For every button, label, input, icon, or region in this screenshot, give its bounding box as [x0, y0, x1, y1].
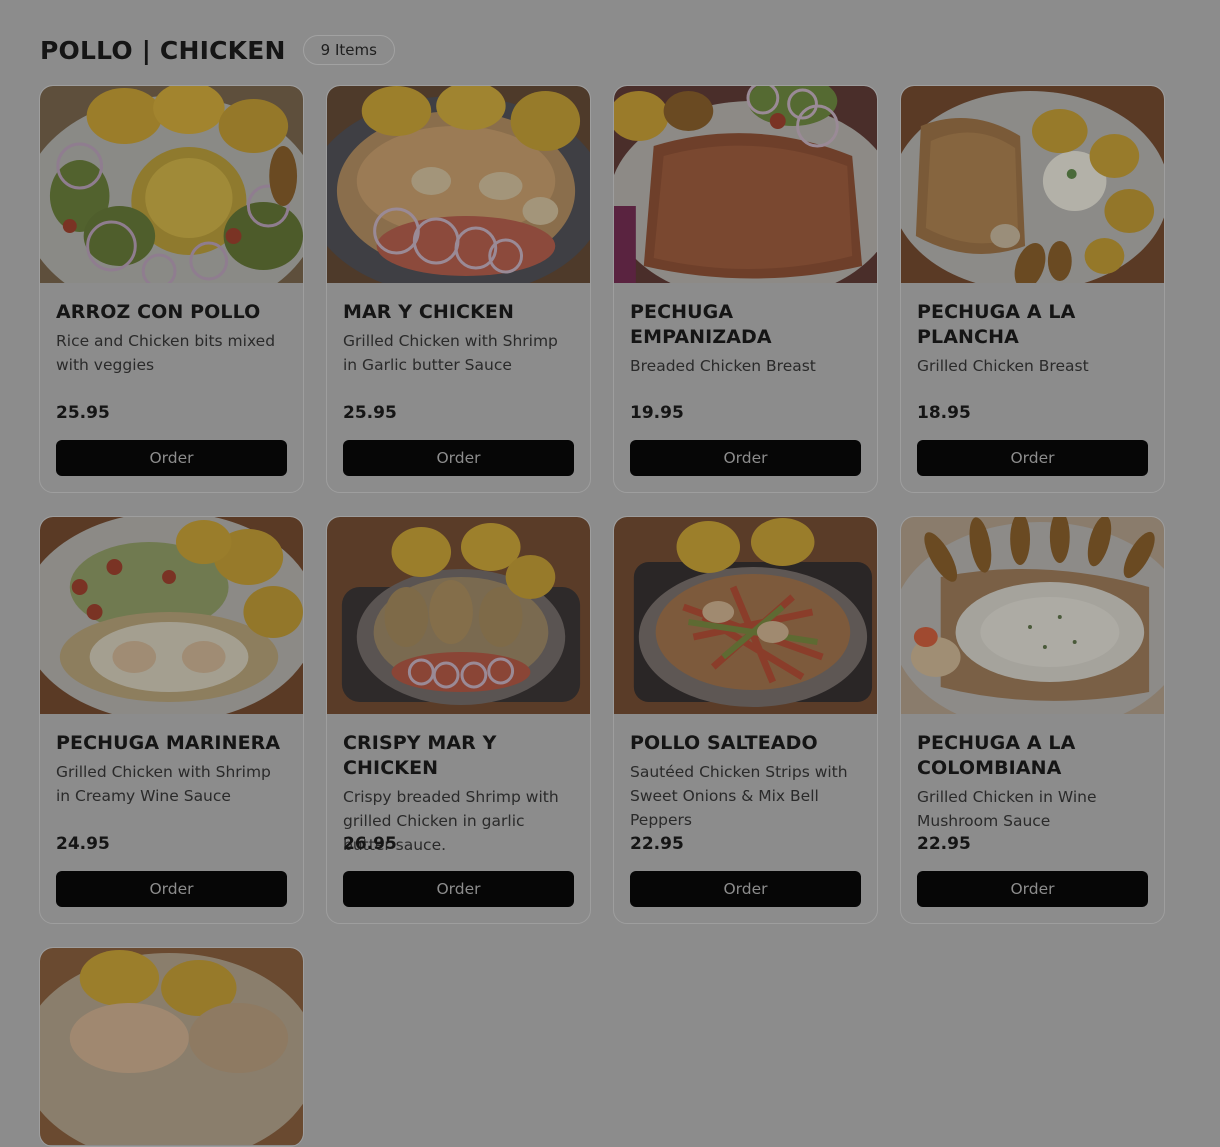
dish-name: POLLO SALTEADO: [630, 732, 818, 754]
order-button[interactable]: Order: [917, 440, 1148, 476]
dish-name: PECHUGA MARINERA: [56, 732, 281, 754]
menu-card[interactable]: MAR Y CHICKEN Grilled Chicken with Shrim…: [326, 85, 591, 493]
item-count-badge: 9 Items: [302, 35, 395, 65]
menu-card[interactable]: PECHUGA EMPANIZADA Breaded Chicken Breas…: [613, 85, 878, 493]
dish-photo: [40, 948, 303, 1145]
order-button[interactable]: Order: [56, 440, 287, 476]
dish-price: 22.95: [917, 834, 971, 854]
dish-description: Grilled Chicken with Shrimp in Creamy Wi…: [56, 763, 271, 805]
dish-description: Grilled Chicken Breast: [917, 357, 1089, 375]
card-info: PECHUGA A LA PLANCHA Grilled Chicken Bre…: [917, 300, 1148, 378]
menu-card[interactable]: ARROZ CON POLLO Rice and Chicken bits mi…: [39, 85, 304, 493]
card-info: PECHUGA EMPANIZADA Breaded Chicken Breas…: [630, 300, 861, 378]
menu-card[interactable]: PECHUGA A LA PLANCHA Grilled Chicken Bre…: [900, 85, 1165, 493]
dish-description: Rice and Chicken bits mixed with veggies: [56, 332, 276, 374]
menu-card[interactable]: PECHUGA MARINERA Grilled Chicken with Sh…: [39, 516, 304, 924]
dish-price: 19.95: [630, 403, 684, 423]
menu-card[interactable]: POLLO SALTEADO Sautéed Chicken Strips wi…: [613, 516, 878, 924]
dish-photo: [614, 86, 877, 283]
dish-price: 22.95: [630, 834, 684, 854]
menu-card[interactable]: [39, 947, 304, 1147]
order-button[interactable]: Order: [343, 871, 574, 907]
order-button[interactable]: Order: [343, 440, 574, 476]
order-button[interactable]: Order: [917, 871, 1148, 907]
dish-name: PECHUGA A LA PLANCHA: [917, 301, 1076, 348]
dish-photo: [614, 517, 877, 714]
dish-description: Grilled Chicken with Shrimp in Garlic bu…: [343, 332, 558, 374]
dish-price: 25.95: [343, 403, 397, 423]
card-info: POLLO SALTEADO Sautéed Chicken Strips wi…: [630, 731, 861, 832]
card-info: MAR Y CHICKEN Grilled Chicken with Shrim…: [343, 300, 574, 377]
dish-name: MAR Y CHICKEN: [343, 301, 514, 323]
section-title: POLLO | CHICKEN: [40, 35, 286, 65]
menu-card[interactable]: CRISPY MAR Y CHICKEN Crispy breaded Shri…: [326, 516, 591, 924]
dish-name: ARROZ CON POLLO: [56, 301, 261, 323]
menu-card[interactable]: PECHUGA A LA COLOMBIANA Grilled Chicken …: [900, 516, 1165, 924]
dish-price: 25.95: [56, 403, 110, 423]
order-button[interactable]: Order: [56, 871, 287, 907]
dish-price: 26.95: [343, 834, 397, 854]
dish-photo: [40, 86, 303, 283]
card-info: PECHUGA MARINERA Grilled Chicken with Sh…: [56, 731, 287, 808]
dish-photo: [327, 86, 590, 283]
dish-description: Breaded Chicken Breast: [630, 357, 816, 375]
dish-price: 18.95: [917, 403, 971, 423]
dish-name: CRISPY MAR Y CHICKEN: [343, 732, 497, 779]
dish-photo: [901, 86, 1164, 283]
section-header: POLLO | CHICKEN 9 Items: [40, 31, 395, 69]
menu-grid: ARROZ CON POLLO Rice and Chicken bits mi…: [39, 85, 1167, 1147]
dish-price: 24.95: [56, 834, 110, 854]
order-button[interactable]: Order: [630, 440, 861, 476]
dish-name: PECHUGA EMPANIZADA: [630, 301, 772, 348]
dish-photo: [901, 517, 1164, 714]
dish-description: Grilled Chicken in Wine Mushroom Sauce: [917, 788, 1097, 830]
card-info: PECHUGA A LA COLOMBIANA Grilled Chicken …: [917, 731, 1148, 833]
dish-name: PECHUGA A LA COLOMBIANA: [917, 732, 1076, 779]
order-button[interactable]: Order: [630, 871, 861, 907]
dish-photo: [327, 517, 590, 714]
dish-photo: [40, 517, 303, 714]
card-info: ARROZ CON POLLO Rice and Chicken bits mi…: [56, 300, 287, 377]
dish-description: Sautéed Chicken Strips with Sweet Onions…: [630, 763, 848, 829]
